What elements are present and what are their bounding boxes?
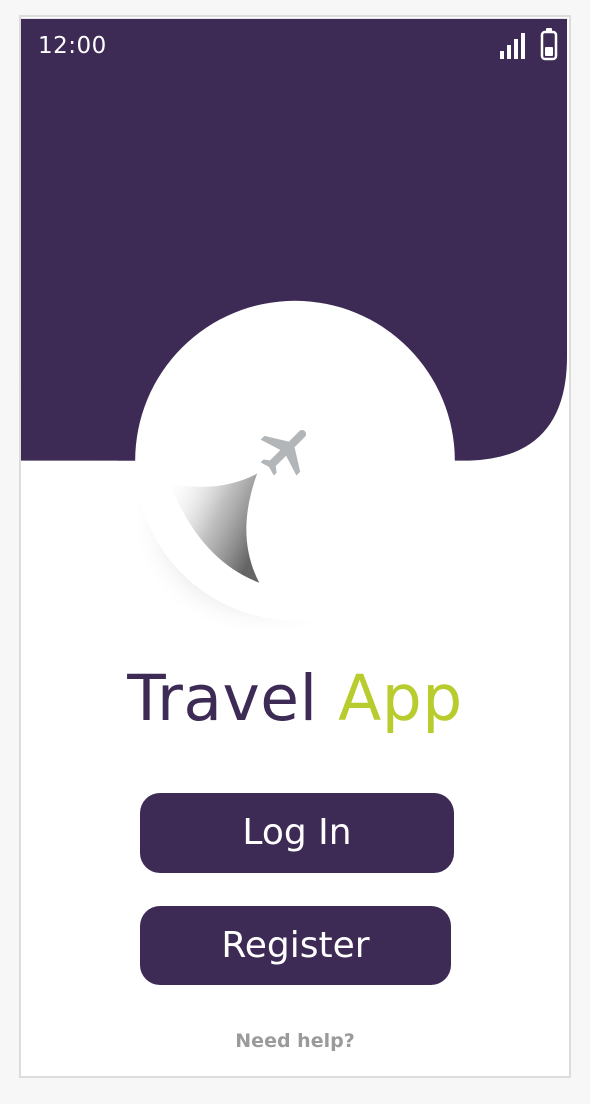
battery-icon — [540, 28, 558, 61]
app-title-word-travel: Travel — [127, 662, 318, 735]
app-title: Travel App — [21, 659, 569, 739]
airplane-icon — [260, 430, 307, 476]
register-button[interactable]: Register — [140, 906, 451, 985]
signal-bars-icon — [500, 33, 525, 59]
login-button[interactable]: Log In — [140, 793, 454, 873]
need-help-link[interactable]: Need help? — [21, 1030, 569, 1052]
app-title-word-app: App — [338, 662, 463, 735]
status-time: 12:00 — [38, 33, 107, 59]
phone-screen: 12:00 Travel App Log In Register Need he… — [19, 15, 571, 1078]
